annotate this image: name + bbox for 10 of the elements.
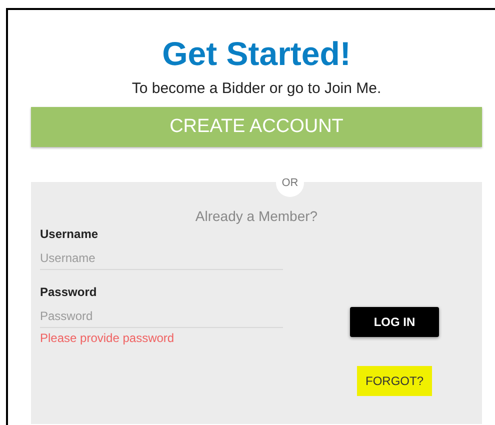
- login-button[interactable]: LOG IN: [350, 307, 439, 337]
- page-heading: Get Started!: [162, 34, 351, 74]
- forgot-link[interactable]: FORGOT?: [357, 366, 432, 396]
- field-label: Password: [40, 284, 98, 300]
- subtitle: To become a Bidder or go to Join Me.: [132, 80, 382, 98]
- input-field[interactable]: Username: [40, 246, 283, 270]
- error-message: Please provide password: [40, 331, 176, 345]
- input-field[interactable]: Password: [40, 304, 283, 328]
- field-label: Username: [40, 226, 100, 242]
- panel-title: Already a Member?: [195, 208, 318, 224]
